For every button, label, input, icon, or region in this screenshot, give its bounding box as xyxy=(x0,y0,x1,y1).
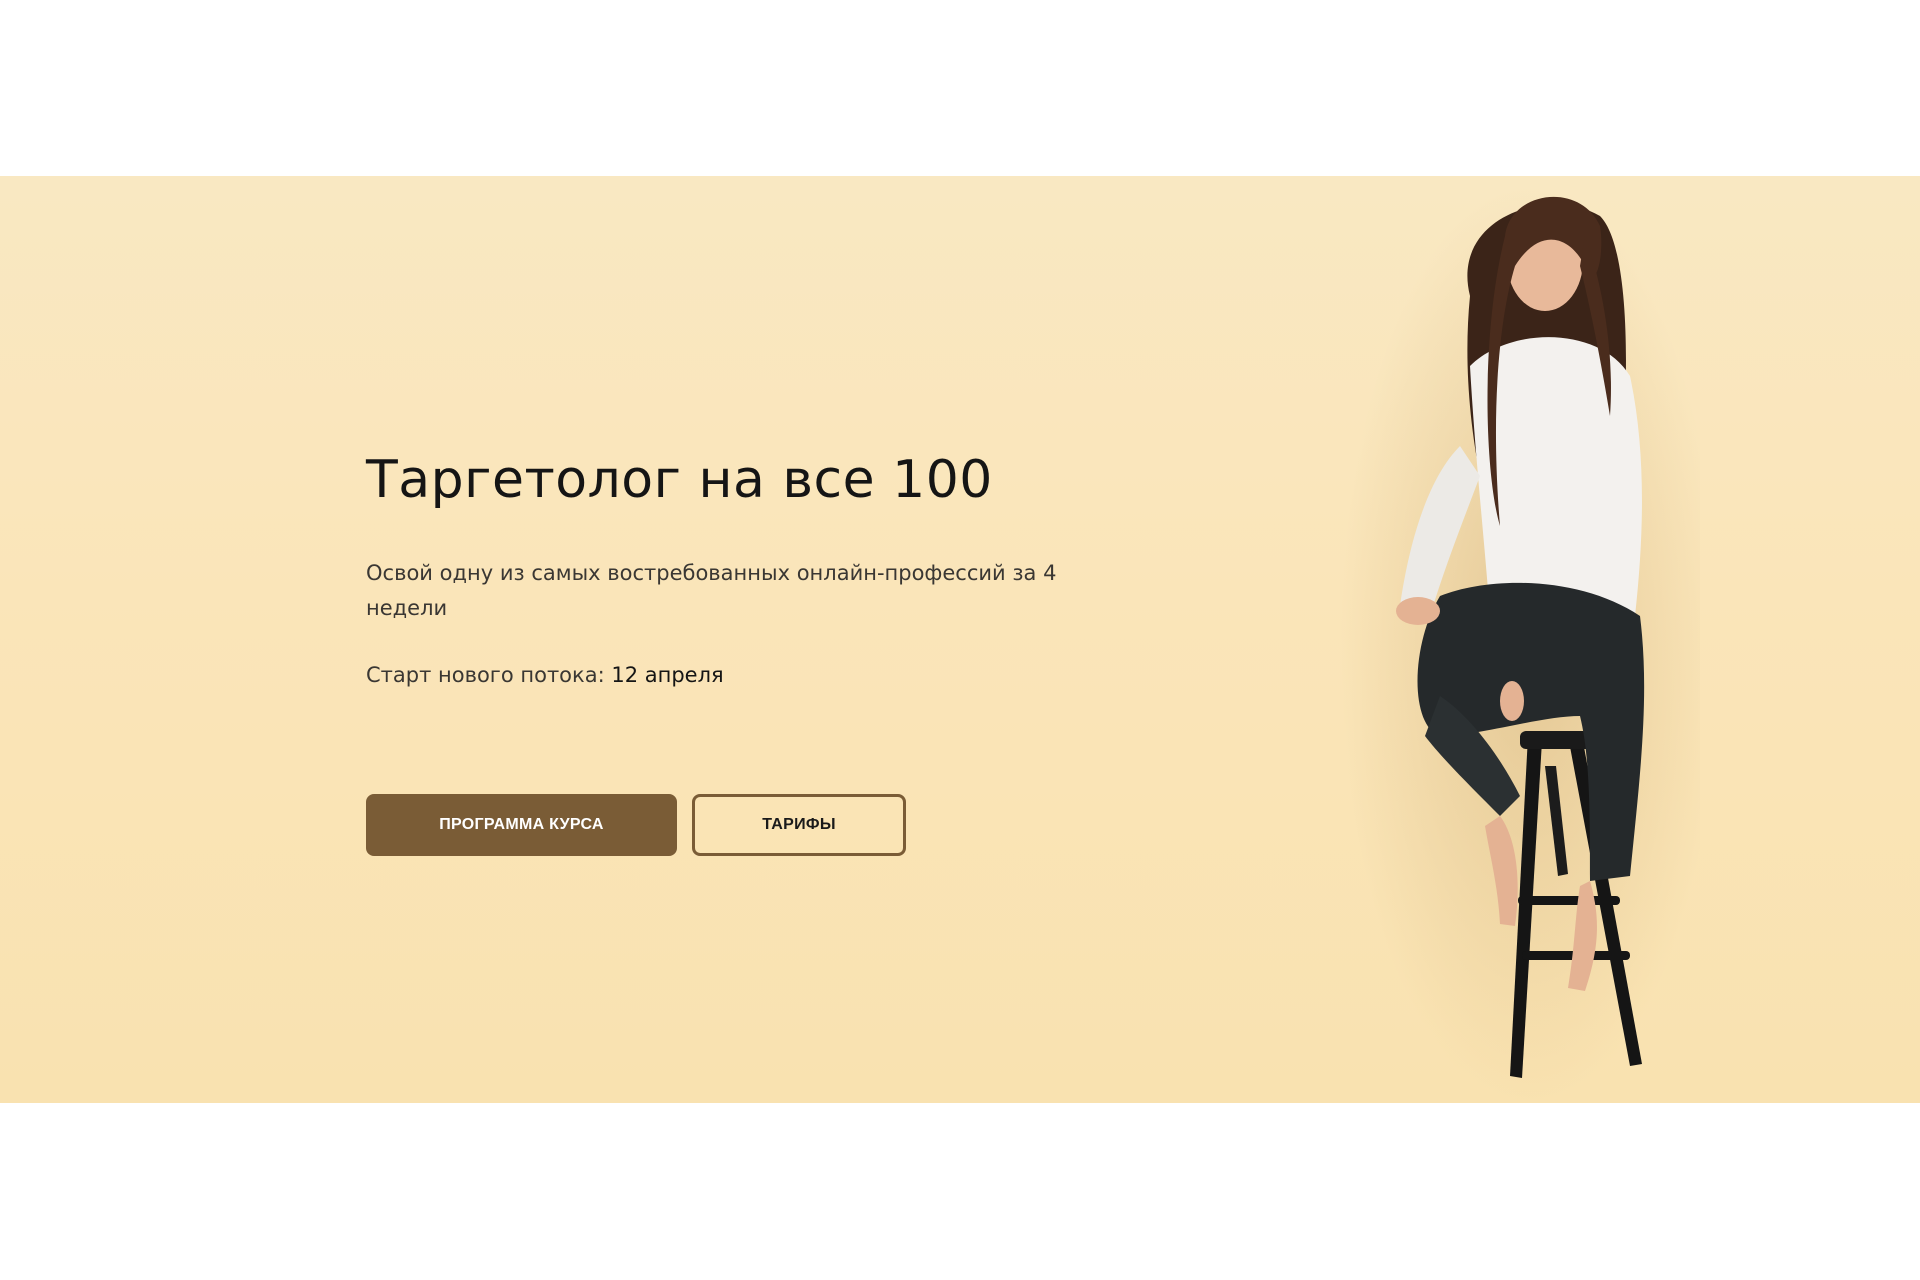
course-start: Старт нового потока: 12 апреля xyxy=(366,660,1126,690)
hero-subtitle: Освой одну из самых востребованных онлай… xyxy=(366,561,1057,620)
woman-on-stool-photo xyxy=(1340,186,1700,1103)
tariffs-button[interactable]: ТАРИФЫ xyxy=(692,794,906,856)
landing-page: Таргетолог на все 100 Освой одну из самы… xyxy=(0,0,1920,1280)
hero-content: Таргетолог на все 100 Освой одну из самы… xyxy=(366,448,1126,690)
course-start-label: Старт нового потока: xyxy=(366,663,612,687)
course-start-date: 12 апреля xyxy=(611,663,724,687)
hero-section: Таргетолог на все 100 Освой одну из самы… xyxy=(0,176,1920,1103)
course-program-button[interactable]: ПРОГРАММА КУРСА xyxy=(366,794,677,856)
hero-title: Таргетолог на все 100 xyxy=(366,450,993,510)
hero-buttons: ПРОГРАММА КУРСА ТАРИФЫ xyxy=(366,794,906,856)
